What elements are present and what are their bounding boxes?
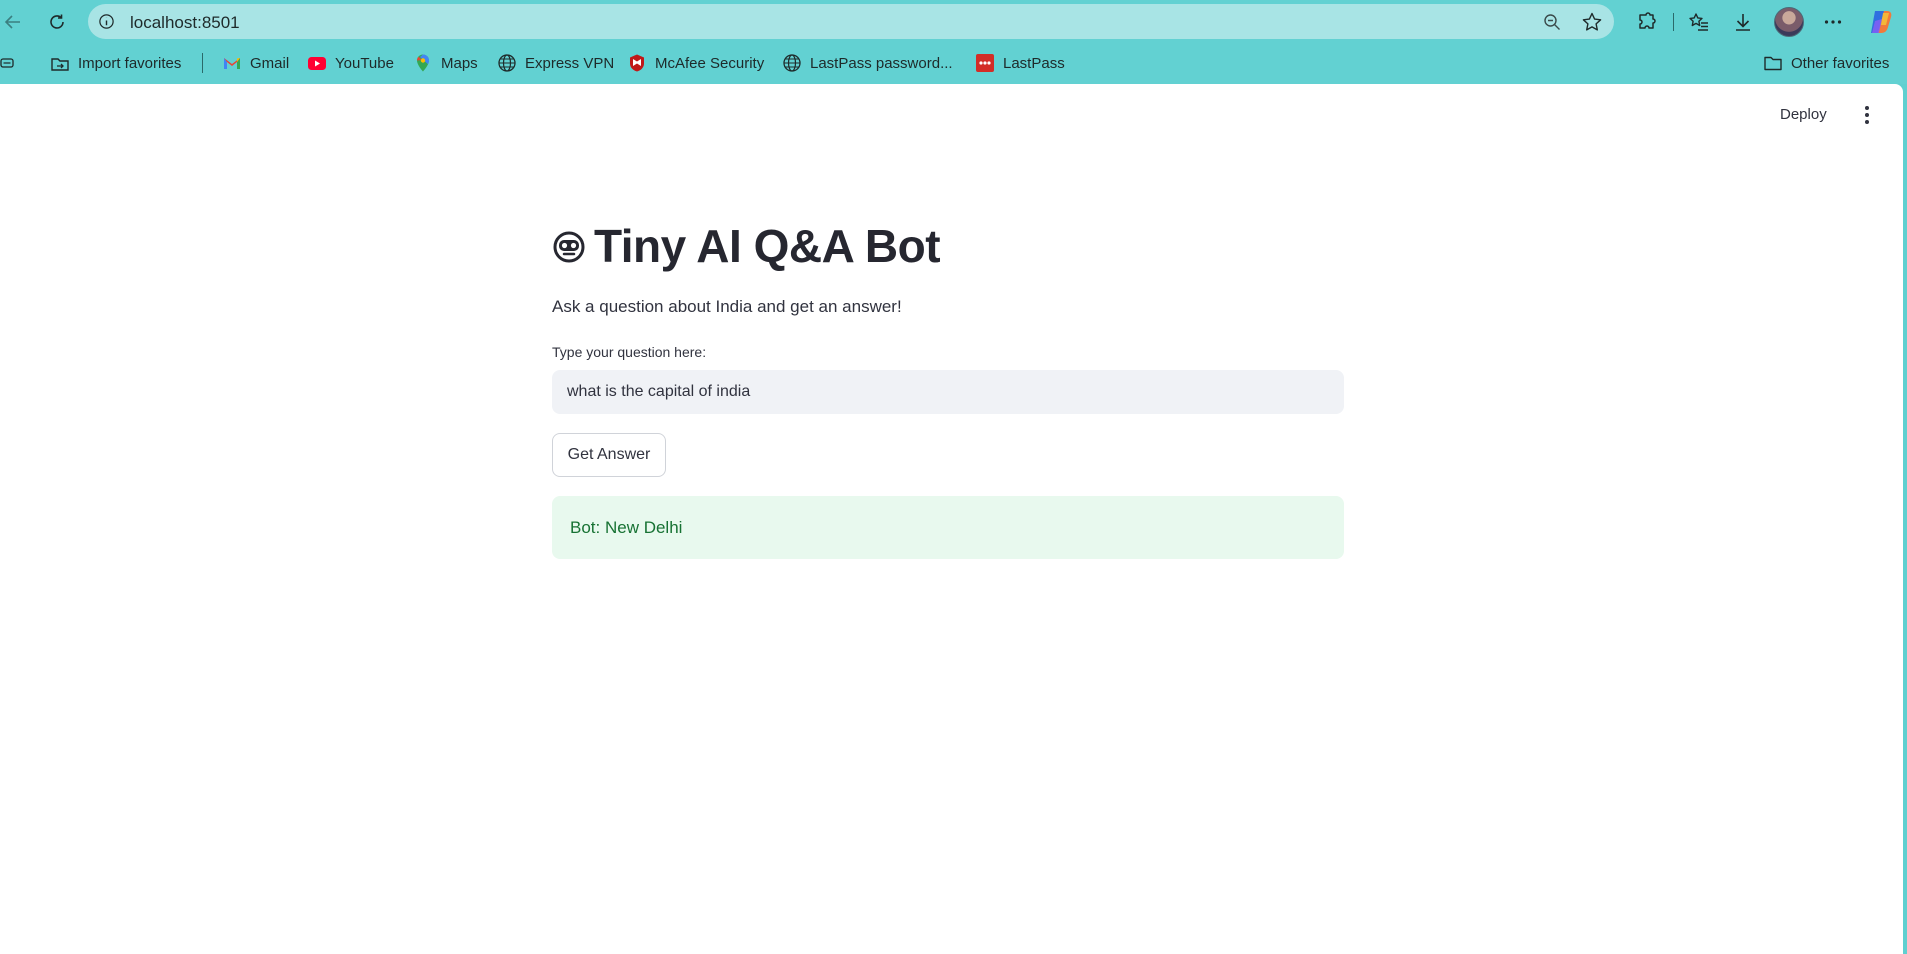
app-subtitle: Ask a question about India and get an an… — [552, 297, 902, 316]
tab-actions-icon[interactable] — [0, 56, 14, 70]
copilot-icon[interactable] — [1866, 7, 1896, 37]
get-answer-button[interactable]: Get Answer — [552, 433, 666, 477]
bookmark-label: McAfee Security — [655, 54, 765, 72]
import-favorites-icon — [50, 53, 70, 73]
globe-icon — [782, 53, 802, 73]
back-arrow-icon — [4, 15, 20, 29]
bookmark-maps[interactable]: Maps — [413, 52, 478, 74]
other-favorites-label: Other favorites — [1791, 54, 1890, 72]
bookmark-gmail[interactable]: Gmail — [222, 52, 289, 74]
download-icon — [1736, 14, 1750, 31]
bookmark-label: LastPass password... — [810, 54, 953, 72]
answer-success-box: Bot: New Delhi — [552, 496, 1344, 559]
bookmark-label: Gmail — [250, 54, 290, 72]
downloads-button[interactable] — [1730, 9, 1756, 35]
question-input-label: Type your question here: — [552, 344, 707, 360]
bookmark-import-favorites[interactable]: Import favorites — [50, 52, 181, 74]
gmail-icon — [222, 53, 242, 73]
site-info-icon[interactable] — [98, 13, 115, 30]
app-title: Tiny AI Q&A Bot — [594, 220, 941, 272]
mcafee-icon — [627, 53, 647, 73]
question-input[interactable] — [552, 370, 1344, 414]
bookmark-separator — [202, 53, 203, 73]
profile-avatar[interactable] — [1774, 7, 1804, 37]
bookmark-label: Maps — [441, 54, 478, 72]
lastpass-icon — [975, 53, 995, 73]
toolbar-divider — [1673, 13, 1674, 31]
folder-icon — [1763, 53, 1783, 73]
bookmark-label: Express VPN — [525, 54, 615, 72]
main-menu-icon[interactable] — [1858, 104, 1876, 126]
address-bar[interactable]: localhost:8501 — [88, 4, 1614, 39]
youtube-icon — [307, 53, 327, 73]
refresh-button[interactable] — [44, 9, 70, 35]
app-page: Deploy Tiny AI Q&A Bot Ask a question ab… — [0, 84, 1903, 954]
puzzle-extensions-icon — [1639, 12, 1656, 29]
settings-more-button[interactable] — [1820, 9, 1846, 35]
browser-toolbar: localhost:8501 — [0, 0, 1907, 42]
bot-answer-text: Bot: New Delhi — [570, 517, 683, 537]
favorites-button[interactable] — [1686, 9, 1712, 35]
deploy-button[interactable]: Deploy — [1780, 106, 1827, 123]
url-text[interactable]: localhost:8501 — [130, 13, 240, 33]
bookmark-label: Import favorites — [78, 54, 182, 72]
globe-icon — [497, 53, 517, 73]
bookmark-lastpass[interactable]: LastPass — [975, 52, 1065, 74]
extensions-button[interactable] — [1633, 9, 1659, 35]
other-favorites-folder[interactable]: Other favorites — [1763, 52, 1889, 74]
maps-icon — [413, 53, 433, 73]
robot-face-icon — [553, 231, 585, 263]
bookmark-mcafee-security[interactable]: McAfee Security — [627, 52, 764, 74]
bookmark-lastpass-password[interactable]: LastPass password... — [782, 52, 953, 74]
back-button[interactable] — [0, 9, 26, 35]
favorites-list-icon — [1689, 13, 1708, 31]
favorite-star-icon[interactable] — [1581, 11, 1603, 33]
bookmark-express-vpn[interactable]: Express VPN — [497, 52, 614, 74]
more-horizontal-icon — [1824, 20, 1842, 24]
zoom-out-icon[interactable] — [1542, 12, 1562, 32]
bookmark-label: LastPass — [1003, 54, 1065, 72]
bookmark-label: YouTube — [335, 54, 394, 72]
refresh-icon — [50, 14, 64, 29]
page-title: Tiny AI Q&A Bot — [552, 216, 941, 276]
bookmark-youtube[interactable]: YouTube — [307, 52, 394, 74]
